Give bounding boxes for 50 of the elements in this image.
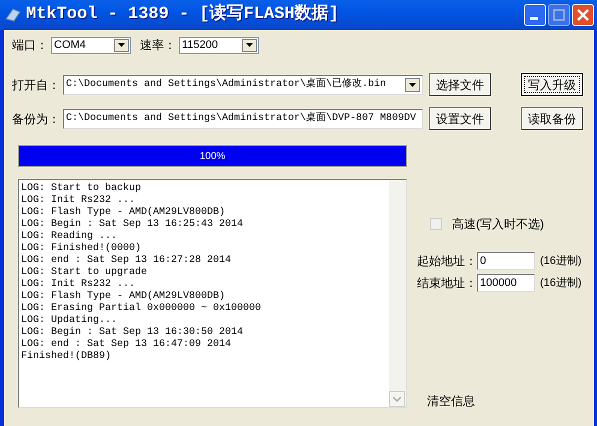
log-line: Finished!(DB89): [21, 351, 112, 363]
log-line: LOG: Start to backup: [21, 183, 142, 194]
log-line: LOG: end : Sat Sep 13 16:27:28 2014: [21, 255, 232, 266]
log-line: LOG: Updating...: [21, 315, 118, 326]
minimize-button[interactable]: [524, 4, 546, 26]
baud-label: 速率：: [140, 37, 176, 54]
maximize-icon: [553, 9, 565, 21]
high-speed-label: 高速(写入时不选): [452, 216, 544, 233]
clear-log-label[interactable]: 清空信息: [427, 392, 475, 410]
log-line: LOG: Init Rs232 ...: [21, 279, 136, 290]
maximize-button[interactable]: [548, 4, 570, 26]
close-icon: [577, 9, 589, 21]
open-label: 打开自：: [12, 76, 61, 94]
log-line: LOG: Finished!(0000): [21, 243, 142, 254]
log-line: LOG: Begin : Sat Sep 13 16:30:50 2014: [21, 327, 244, 338]
end-address-label: 结束地址：: [417, 275, 477, 292]
port-label: 端口：: [12, 37, 48, 54]
port-dropdown[interactable]: COM4: [51, 36, 131, 54]
progress-reading: 100%: [200, 150, 226, 164]
log-line: LOG: Begin : Sat Sep 13 16:25:43 2014: [21, 219, 244, 230]
window-title: MtkTool - 1389 - [读写FLASH数据]: [26, 2, 339, 26]
log-line: LOG: Init Rs232 ...: [21, 195, 136, 206]
hex-label: (16进制): [539, 276, 582, 291]
start-address-field[interactable]: 0: [477, 252, 535, 270]
checkbox[interactable]: [430, 218, 442, 230]
close-button[interactable]: [572, 4, 594, 26]
baud-dropdown[interactable]: 115200: [179, 36, 259, 54]
log-line: LOG: Flash Type - AMD(AM29LV800DB): [21, 291, 226, 302]
log-line: LOG: Start to upgrade: [21, 267, 148, 278]
log-line: LOG: Reading ...: [21, 231, 118, 242]
choose-file-button[interactable]: 选择文件: [429, 73, 491, 96]
read-backup-button[interactable]: 读取备份: [521, 107, 583, 130]
log-line: LOG: end : Sat Sep 13 16:47:09 2014: [21, 339, 232, 350]
open-file-dropdown[interactable]: C:\Documents and Settings\Administrator\桌面\已修改.bin: [63, 74, 423, 94]
caret-icon: [409, 82, 416, 86]
log-line: LOG: Flash Type - AMD(AM29LV800DB): [21, 207, 226, 218]
caret-icon: [118, 43, 125, 47]
end-address-field[interactable]: 100000: [477, 274, 535, 292]
scroll-down-button[interactable]: [389, 391, 405, 407]
minimize-icon: [530, 17, 538, 20]
caret-icon: [246, 43, 253, 47]
backup-label: 备份为：: [12, 110, 61, 128]
set-file-button[interactable]: 设置文件: [429, 107, 491, 130]
start-address-label: 起始地址：: [417, 253, 477, 270]
backup-file-field[interactable]: C:\Documents and Settings\Administrator\桌面\DVP-807 M809DV: [63, 108, 423, 128]
app-icon: [4, 7, 22, 23]
hex-label: (16进制): [539, 254, 582, 269]
log-line: LOG: Erasing Partial 0x000000 ~ 0x100000: [21, 303, 262, 314]
write-upgrade-button[interactable]: 写入升级: [521, 73, 583, 96]
chevron-down-icon: [393, 396, 401, 402]
